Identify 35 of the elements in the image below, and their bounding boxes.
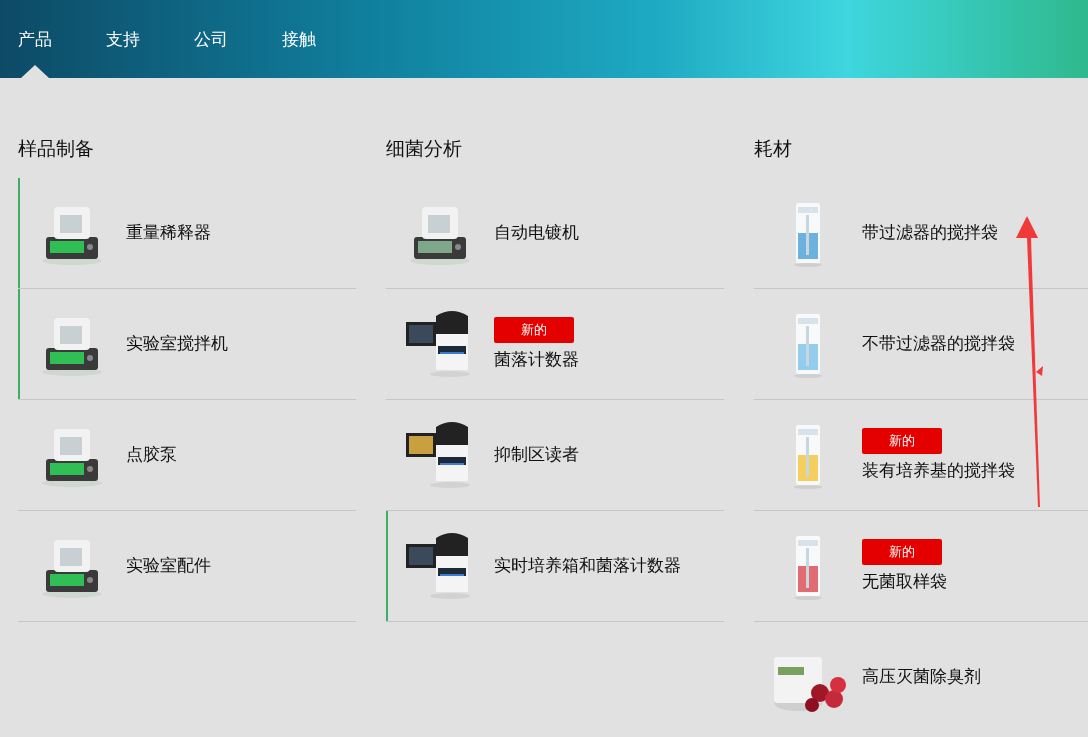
- product-link[interactable]: 装有培养基的搅拌袋: [862, 460, 1015, 482]
- product-link[interactable]: 实验室配件: [126, 555, 211, 577]
- menu-item[interactable]: 新的 菌落计数器: [386, 289, 724, 400]
- product-link[interactable]: 实时培养箱和菌落计数器: [494, 555, 681, 577]
- menu-item[interactable]: 新的 无菌取样袋: [754, 511, 1088, 622]
- product-link[interactable]: 菌落计数器: [494, 349, 579, 371]
- product-link[interactable]: 实验室搅拌机: [126, 333, 228, 355]
- menu-item[interactable]: 点胶泵: [18, 400, 356, 511]
- menu-item[interactable]: 自动电镀机: [386, 178, 724, 289]
- menu-item[interactable]: 新的 装有培养基的搅拌袋: [754, 400, 1088, 511]
- nav-tab[interactable]: 公司: [176, 0, 246, 78]
- product-link[interactable]: 点胶泵: [126, 444, 177, 466]
- nav-tab[interactable]: 产品: [0, 0, 70, 78]
- product-link[interactable]: 不带过滤器的搅拌袋: [862, 333, 1015, 355]
- caret-icon: [21, 65, 49, 78]
- menu-item[interactable]: 实验室配件: [18, 511, 356, 622]
- product-link[interactable]: 无菌取样袋: [862, 571, 947, 593]
- new-badge: 新的: [862, 428, 942, 454]
- nav-tab[interactable]: 接触: [264, 0, 334, 78]
- menu-item[interactable]: 高压灭菌除臭剂: [754, 622, 1088, 733]
- product-link[interactable]: 高压灭菌除臭剂: [862, 666, 981, 688]
- column-heading: 细菌分析: [386, 136, 462, 161]
- product-link[interactable]: 抑制区读者: [494, 444, 579, 466]
- product-link[interactable]: 带过滤器的搅拌袋: [862, 222, 998, 244]
- new-badge: 新的: [862, 539, 942, 565]
- nav-tab[interactable]: 支持: [88, 0, 158, 78]
- product-link[interactable]: 重量稀释器: [126, 222, 211, 244]
- menu-item[interactable]: 重量稀释器: [18, 178, 356, 289]
- column-heading: 样品制备: [18, 136, 94, 161]
- product-link[interactable]: 自动电镀机: [494, 222, 579, 244]
- menu-item[interactable]: 实验室搅拌机: [18, 289, 356, 400]
- column-heading: 耗材: [754, 136, 792, 161]
- menu-item[interactable]: 实时培养箱和菌落计数器: [386, 511, 724, 622]
- menu-item[interactable]: 抑制区读者: [386, 400, 724, 511]
- new-badge: 新的: [494, 317, 574, 343]
